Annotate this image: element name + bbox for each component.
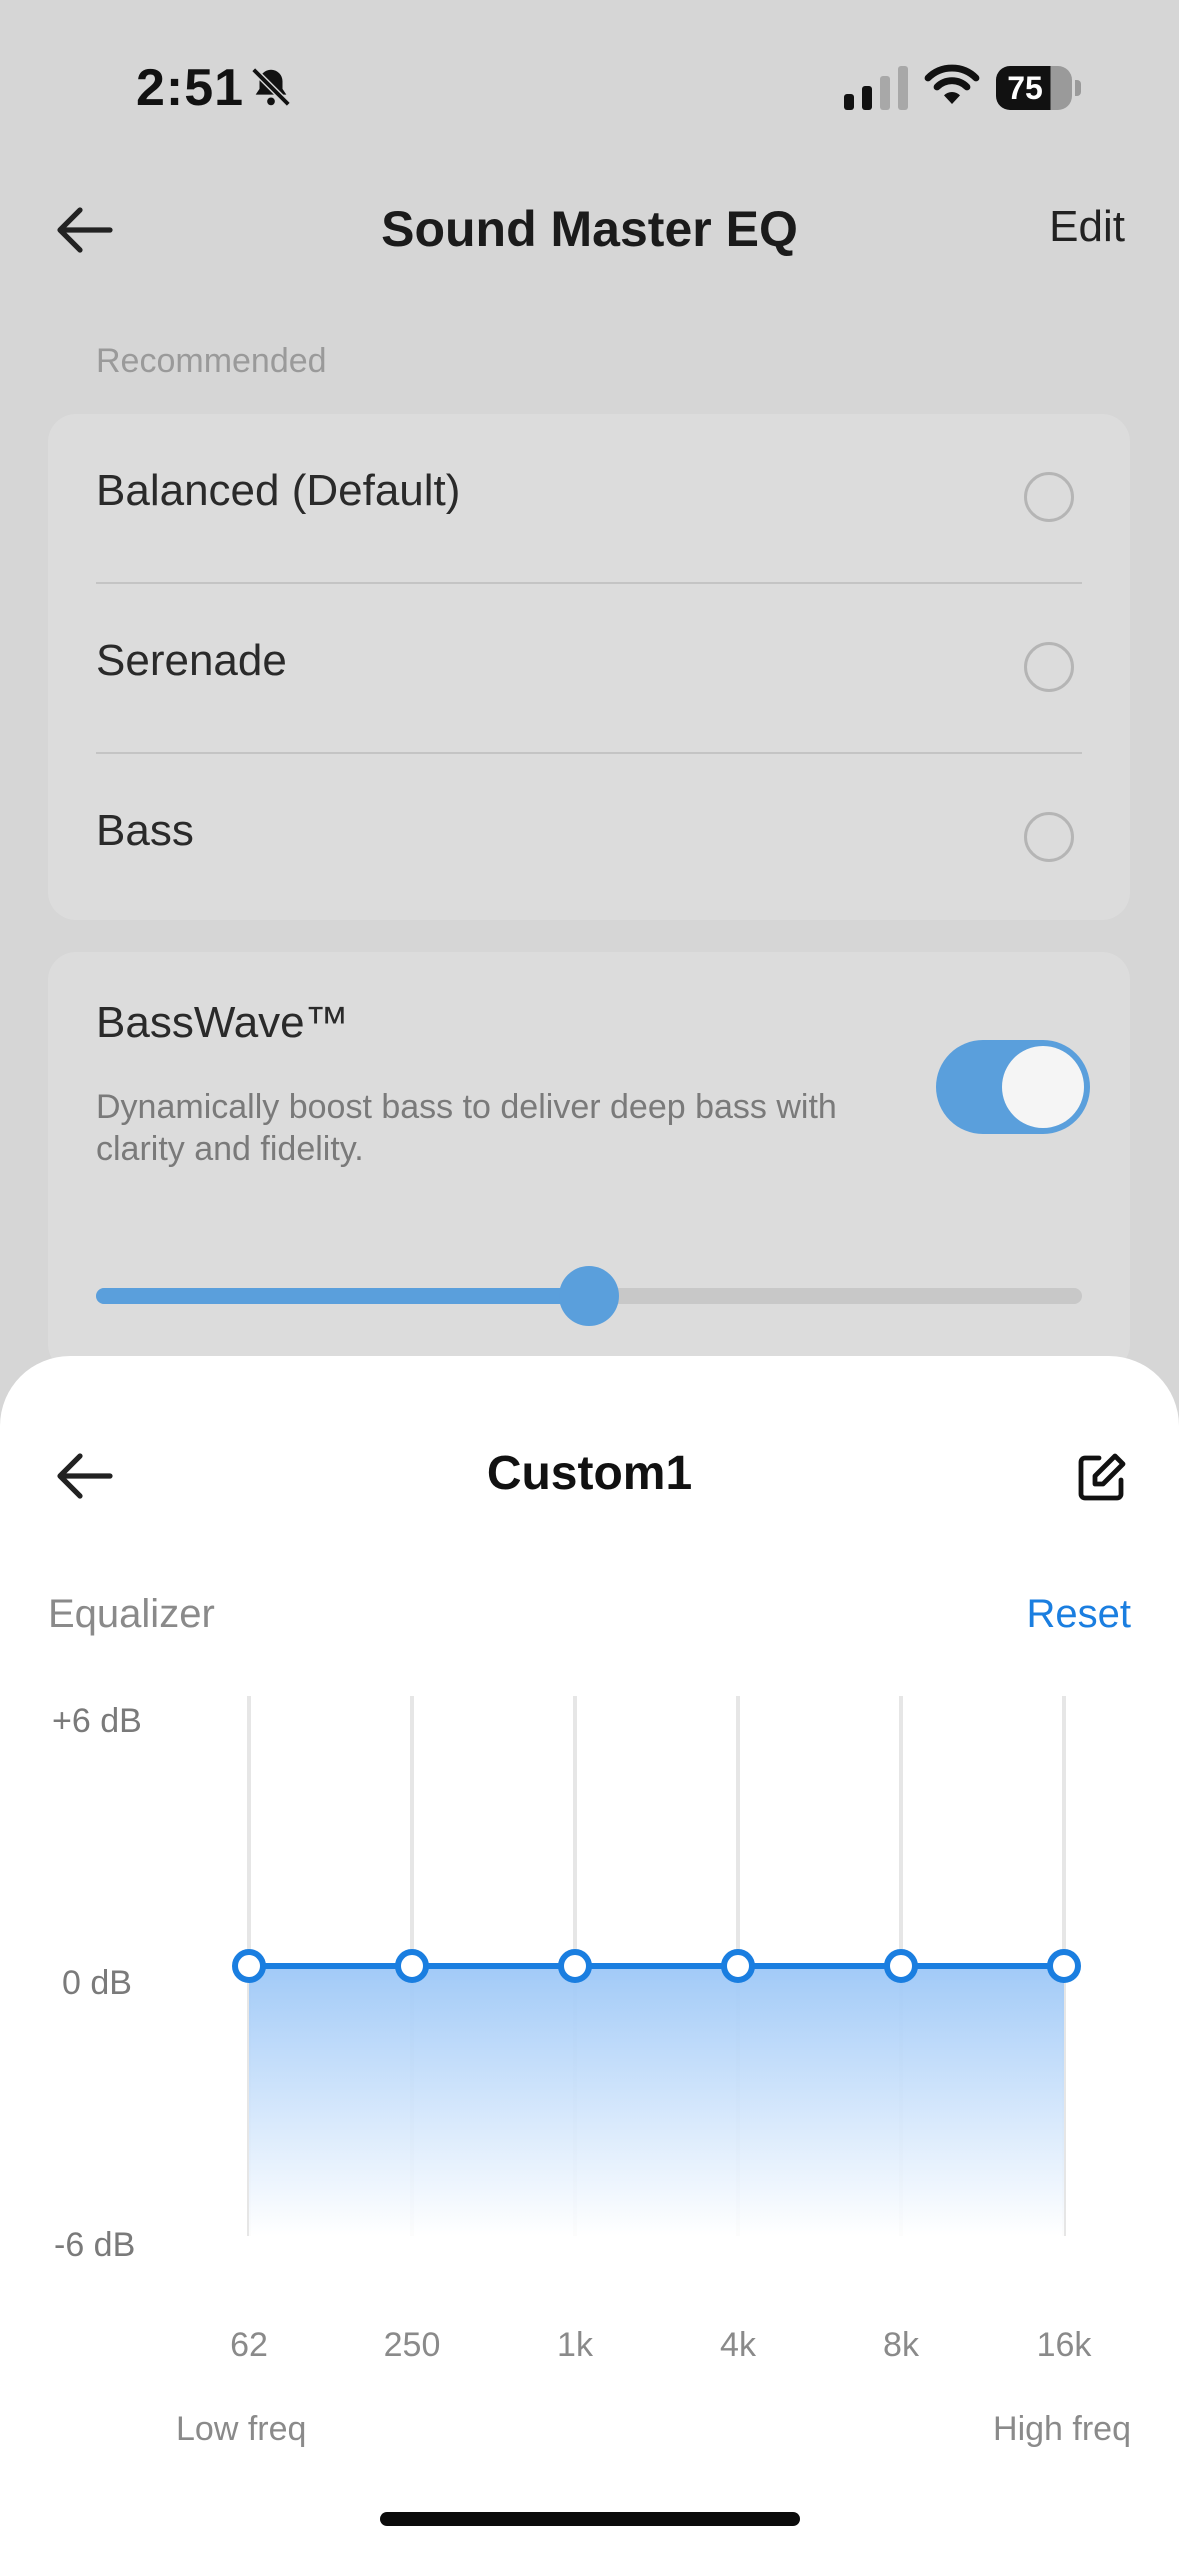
eq-band-handle[interactable] xyxy=(558,1949,592,1983)
bell-muted-icon xyxy=(251,67,291,107)
home-indicator[interactable] xyxy=(380,2512,800,2526)
preset-radio[interactable] xyxy=(1024,642,1074,692)
custom-eq-sheet: Custom1 Equalizer Reset +6 dB 0 dB -6 dB… xyxy=(0,1356,1179,2556)
y-tick-label: +6 dB xyxy=(52,1702,142,1740)
basswave-title: BassWave™ xyxy=(96,998,349,1047)
preset-item-serenade[interactable]: Serenade xyxy=(96,584,1130,752)
x-tick-label: 8k xyxy=(883,2326,919,2364)
page-title: Sound Master EQ xyxy=(381,201,798,257)
preset-radio[interactable] xyxy=(1024,812,1074,862)
recommended-section-label: Recommended xyxy=(96,342,327,380)
y-tick-label: 0 dB xyxy=(62,1964,132,2002)
equalizer-label: Equalizer xyxy=(48,1592,215,1636)
eq-band-handle[interactable] xyxy=(721,1949,755,1983)
reset-button[interactable]: Reset xyxy=(1027,1592,1132,1637)
low-freq-label: Low freq xyxy=(176,2410,307,2448)
eq-fill-area xyxy=(249,1966,1064,2236)
basswave-description: Dynamically boost bass to deliver deep b… xyxy=(96,1088,837,1168)
x-tick-label: 4k xyxy=(720,2326,756,2364)
status-time: 2:51 xyxy=(136,59,245,117)
basswave-card: BassWave™ Dynamically boost bass to deli… xyxy=(48,952,1130,1372)
slider-fill xyxy=(96,1288,589,1304)
eq-chart-svg xyxy=(232,1696,1081,2236)
battery-icon: 75 xyxy=(996,66,1081,110)
preset-label: Serenade xyxy=(96,636,287,685)
high-freq-label: High freq xyxy=(993,2410,1131,2448)
equalizer-chart: +6 dB 0 dB -6 dB xyxy=(0,1686,1179,2264)
cellular-signal-icon xyxy=(844,66,908,110)
preset-list: Balanced (Default) Serenade Bass xyxy=(48,414,1130,920)
eq-band-handle[interactable] xyxy=(232,1949,266,1983)
preset-label: Bass xyxy=(96,806,194,855)
nav-bar: Sound Master EQ Edit xyxy=(0,170,1179,290)
basswave-slider[interactable] xyxy=(96,1266,1082,1326)
x-tick-label: 250 xyxy=(383,2326,441,2364)
status-bar: 2:51 75 xyxy=(0,0,1179,170)
x-tick-label: 16k xyxy=(1036,2326,1092,2364)
x-tick-label: 1k xyxy=(557,2326,593,2364)
preset-item-balanced[interactable]: Balanced (Default) xyxy=(96,414,1130,582)
basswave-toggle[interactable] xyxy=(936,1040,1090,1134)
edit-button[interactable]: Edit xyxy=(1049,202,1125,252)
battery-level: 75 xyxy=(1007,70,1043,106)
toggle-knob xyxy=(1002,1046,1084,1128)
preset-item-bass[interactable]: Bass xyxy=(96,754,1130,922)
slider-thumb[interactable] xyxy=(559,1266,619,1326)
y-tick-label: -6 dB xyxy=(54,2226,136,2264)
eq-band-handle[interactable] xyxy=(884,1949,918,1983)
edit-icon[interactable] xyxy=(1073,1450,1129,1506)
preset-radio[interactable] xyxy=(1024,472,1074,522)
eq-band-handle[interactable] xyxy=(1047,1949,1081,1983)
preset-label: Balanced (Default) xyxy=(96,466,461,515)
x-tick-label: 62 xyxy=(230,2326,268,2364)
sheet-title: Custom1 xyxy=(486,1447,693,1500)
eq-band-handle[interactable] xyxy=(395,1949,429,1983)
wifi-icon xyxy=(924,64,980,104)
